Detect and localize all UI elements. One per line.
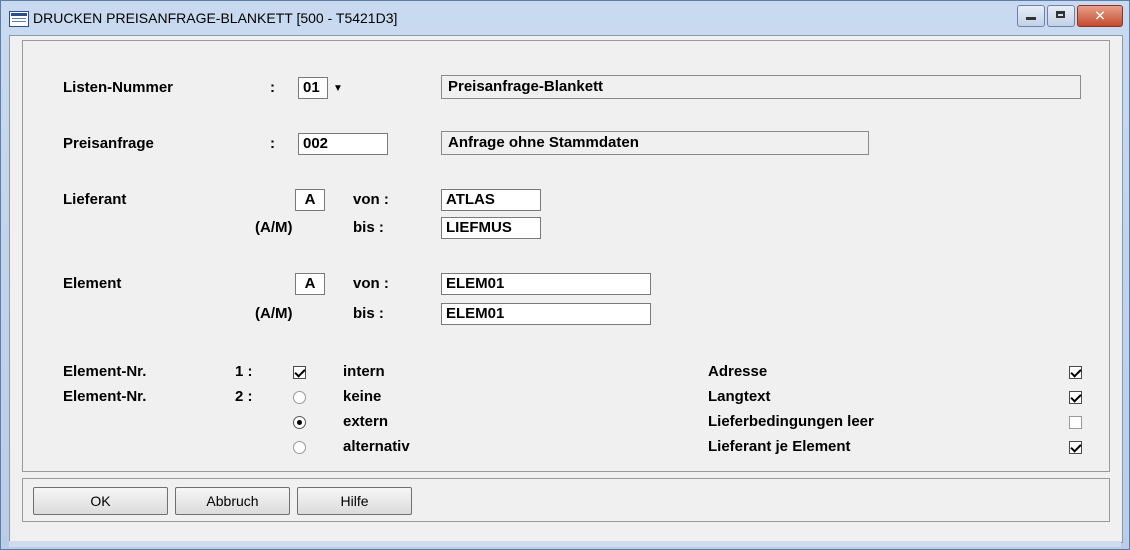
alternativ-radio[interactable] — [293, 441, 306, 454]
title-bar[interactable]: DRUCKEN PREISANFRAGE-BLANKETT [500 - T54… — [1, 1, 1129, 35]
lieferant-label: Lieferant — [63, 191, 127, 208]
element-nr-1-number: 1 : — [235, 363, 253, 380]
adresse-checkbox[interactable] — [1069, 366, 1082, 379]
ok-button[interactable]: OK — [33, 487, 168, 515]
preisanfrage-description: Anfrage ohne Stammdaten — [441, 131, 869, 155]
listen-nummer-colon: : — [270, 79, 275, 96]
caption-buttons: ✕ — [1017, 5, 1123, 27]
preisanfrage-input[interactable]: 002 — [298, 133, 388, 155]
element-label: Element — [63, 275, 122, 292]
lieferbedingungen-leer-checkbox[interactable] — [1069, 416, 1082, 429]
keine-radio[interactable] — [293, 391, 306, 404]
listen-nummer-select[interactable]: 01 — [298, 77, 328, 99]
maximize-icon — [1056, 11, 1065, 18]
element-nr-2-number: 2 : — [235, 388, 253, 405]
preisanfrage-label: Preisanfrage — [63, 135, 154, 152]
form-window-icon — [9, 11, 29, 27]
element-mode-hint: (A/M) — [255, 305, 293, 322]
minimize-button[interactable] — [1017, 5, 1045, 27]
extern-radio[interactable] — [293, 416, 306, 429]
lieferant-je-element-checkbox[interactable] — [1069, 441, 1082, 454]
close-button[interactable]: ✕ — [1077, 5, 1123, 27]
listen-nummer-description: Preisanfrage-Blankett — [441, 75, 1081, 99]
element-nr-2-label: Element-Nr. — [63, 388, 147, 405]
element-nr-1-label: Element-Nr. — [63, 363, 147, 380]
element-von-input[interactable]: ELEM01 — [441, 273, 651, 295]
intern-label: intern — [343, 363, 385, 380]
abbruch-button[interactable]: Abbruch — [175, 487, 290, 515]
element-bis-label: bis : — [353, 305, 384, 322]
keine-label: keine — [343, 388, 382, 405]
lieferant-von-label: von : — [353, 191, 389, 208]
langtext-checkbox[interactable] — [1069, 391, 1082, 404]
listen-nummer-label: Listen-Nummer — [63, 79, 174, 96]
lieferant-mode-hint: (A/M) — [255, 219, 293, 236]
alternativ-label: alternativ — [343, 438, 410, 455]
hilfe-button[interactable]: Hilfe — [297, 487, 412, 515]
intern-checkbox[interactable] — [293, 366, 306, 379]
extern-label: extern — [343, 413, 389, 430]
button-bar: OK Abbruch Hilfe — [22, 478, 1110, 522]
lieferant-bis-label: bis : — [353, 219, 384, 236]
minimize-icon — [1026, 17, 1036, 20]
dialog-client: Listen-Nummer : 01 ▼ Preisanfrage-Blanke… — [9, 35, 1123, 543]
element-von-label: von : — [353, 275, 389, 292]
window-bottom-edge — [9, 541, 1121, 547]
lieferant-mode-input[interactable]: A — [295, 189, 325, 211]
element-bis-input[interactable]: ELEM01 — [441, 303, 651, 325]
maximize-button[interactable] — [1047, 5, 1075, 27]
adresse-label: Adresse — [708, 363, 768, 380]
lieferant-bis-input[interactable]: LIEFMUS — [441, 217, 541, 239]
window-title: DRUCKEN PREISANFRAGE-BLANKETT [500 - T54… — [33, 10, 398, 26]
dialog-window: DRUCKEN PREISANFRAGE-BLANKETT [500 - T54… — [0, 0, 1130, 550]
close-icon: ✕ — [1094, 7, 1106, 24]
lieferant-je-element-label: Lieferant je Element — [708, 438, 851, 455]
form-panel: Listen-Nummer : 01 ▼ Preisanfrage-Blanke… — [22, 40, 1110, 472]
lieferant-von-input[interactable]: ATLAS — [441, 189, 541, 211]
langtext-label: Langtext — [708, 388, 771, 405]
lieferbedingungen-leer-label: Lieferbedingungen leer — [708, 413, 874, 430]
preisanfrage-colon: : — [270, 135, 275, 152]
chevron-down-icon[interactable]: ▼ — [333, 83, 343, 94]
element-mode-input[interactable]: A — [295, 273, 325, 295]
